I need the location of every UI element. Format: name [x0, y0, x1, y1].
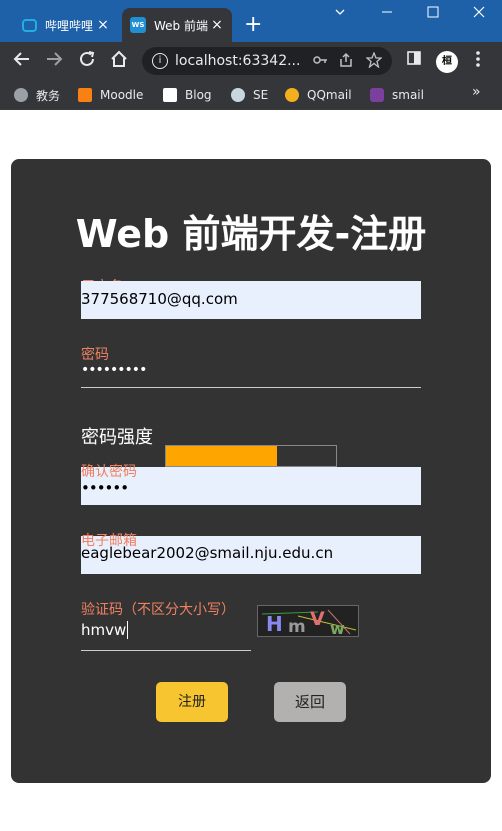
address-bar[interactable]: i localhost:63342...	[142, 47, 392, 75]
bookmark-label: SE	[253, 88, 269, 102]
forward-icon[interactable]	[44, 50, 64, 73]
bookmark-qqmail[interactable]: QQmail	[285, 86, 352, 104]
home-icon[interactable]	[109, 50, 129, 73]
close-tab-icon[interactable]: ×	[94, 17, 112, 33]
bookmark-star-icon[interactable]	[365, 51, 383, 72]
bookmark-jiaowu[interactable]: 教务	[14, 86, 60, 104]
menu-icon[interactable]	[468, 50, 488, 73]
profile-avatar[interactable]: 桓	[436, 51, 458, 73]
key-icon[interactable]	[312, 52, 328, 72]
username-input[interactable]: 377568710@qq.com	[81, 281, 421, 319]
captcha-letter: m	[288, 617, 306, 636]
captcha-input[interactable]: hmvw	[81, 619, 251, 651]
back-button[interactable]: 返回	[274, 682, 346, 722]
captcha-label: 验证码（不区分大小写）	[81, 602, 235, 618]
text-caret	[127, 621, 134, 639]
captcha-letter: H	[266, 612, 283, 636]
title-bar: 哔哩哔哩 × WS Web 前端 × +	[0, 0, 502, 42]
new-tab-button[interactable]: +	[244, 12, 262, 38]
site-info-icon[interactable]: i	[152, 53, 168, 69]
bookmark-moodle[interactable]: Moodle	[78, 86, 143, 104]
smail-icon	[370, 88, 384, 102]
navigation-bar: i localhost:63342... 桓	[0, 42, 502, 80]
bookmark-se[interactable]: SE	[231, 86, 268, 104]
maximize-icon[interactable]	[427, 6, 439, 22]
se-icon	[231, 88, 245, 102]
captcha-letter: V	[310, 608, 325, 630]
captcha-input-value: hmvw	[81, 621, 127, 639]
webstorm-icon: WS	[130, 17, 146, 33]
side-panel-icon[interactable]	[404, 50, 424, 71]
bilibili-icon	[22, 18, 37, 32]
bookmark-label: smail	[392, 88, 424, 102]
strength-meter	[165, 445, 337, 467]
share-icon[interactable]	[338, 52, 354, 72]
tab-web-frontend[interactable]: WS Web 前端 ×	[122, 8, 232, 42]
password-input[interactable]: •••••••••	[81, 360, 421, 388]
tab-title: 哔哩哔哩	[45, 18, 94, 33]
strength-label: 密码强度	[81, 427, 153, 448]
strength-fill	[166, 446, 277, 466]
qqmail-icon	[285, 88, 299, 102]
page-title: Web 前端开发-注册	[75, 212, 427, 256]
register-button[interactable]: 注册	[156, 682, 228, 722]
back-icon[interactable]	[12, 50, 32, 73]
confirm-password-label: 确认密码	[81, 464, 137, 480]
email-label: 电子邮箱	[81, 533, 137, 549]
bookmark-label: Moodle	[100, 88, 144, 102]
globe-icon	[14, 88, 28, 102]
tab-title: Web 前端	[154, 18, 208, 33]
address-url: localhost:63342...	[175, 53, 301, 69]
close-window-icon[interactable]	[473, 6, 485, 22]
tab-bilibili[interactable]: 哔哩哔哩 ×	[14, 8, 118, 42]
blog-icon	[163, 88, 177, 102]
bookmarks-bar: 教务 Moodle Blog SE QQmail smail »	[0, 80, 502, 110]
more-bookmarks-icon[interactable]: »	[472, 84, 481, 100]
bookmark-label: Blog	[185, 88, 212, 102]
captcha-letter: w	[330, 619, 345, 636]
reload-icon[interactable]	[77, 50, 97, 73]
minimize-icon[interactable]	[381, 6, 393, 22]
captcha-image[interactable]: H m V w	[257, 605, 359, 638]
bookmark-smail[interactable]: smail	[370, 86, 424, 104]
tab-search-icon[interactable]	[334, 6, 346, 22]
close-tab-icon[interactable]: ×	[208, 17, 226, 33]
moodle-icon	[78, 88, 92, 102]
bookmark-label: QQmail	[307, 88, 352, 102]
register-card: Web 前端开发-注册 用户名 377568710@qq.com 密码 ••••…	[11, 159, 491, 783]
bookmark-blog[interactable]: Blog	[163, 86, 212, 104]
bookmark-label: 教务	[36, 88, 61, 103]
